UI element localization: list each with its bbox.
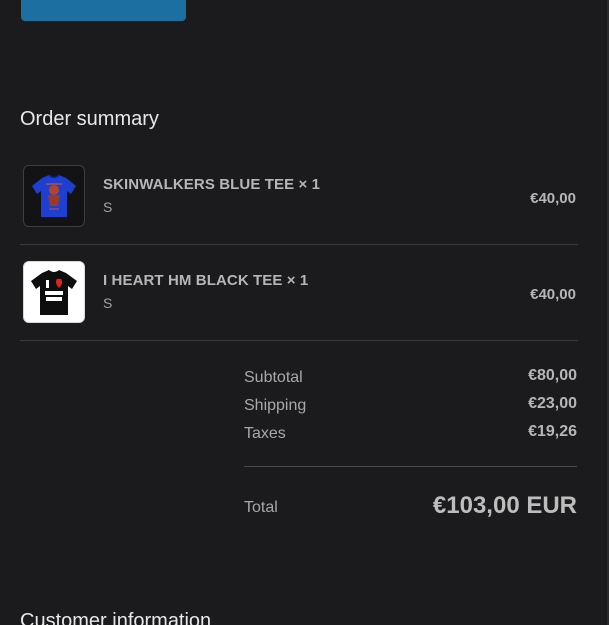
- item-name: SKINWALKERS BLUE TEE × 1: [103, 176, 321, 193]
- item-price: €40,00: [530, 190, 576, 207]
- blue-tshirt-icon: [23, 165, 85, 227]
- taxes-row: Taxes €19,26: [244, 423, 577, 447]
- subtotal-value: €80,00: [528, 367, 577, 384]
- checkout-page: Order summary SKINWALKERS BLUE TEE × 1 S…: [0, 0, 609, 625]
- item-variant: S: [103, 199, 113, 215]
- total-row: Total €103,00 EUR: [244, 492, 577, 526]
- customer-information-title: Customer information: [20, 610, 212, 625]
- shipping-row: Shipping €23,00: [244, 395, 577, 419]
- order-summary-title: Order summary: [20, 108, 159, 130]
- subtotal-label: Subtotal: [244, 369, 303, 386]
- divider: [244, 466, 577, 467]
- total-value: €103,00 EUR: [432, 492, 577, 519]
- shipping-value: €23,00: [528, 395, 577, 412]
- line-item: SKINWALKERS BLUE TEE × 1 S €40,00: [20, 148, 578, 245]
- item-name: I HEART HM BLACK TEE × 1: [103, 272, 309, 289]
- taxes-label: Taxes: [244, 425, 286, 442]
- taxes-value: €19,26: [528, 423, 577, 440]
- black-tshirt-icon: [23, 261, 85, 323]
- item-variant: S: [103, 295, 113, 311]
- item-price: €40,00: [530, 286, 576, 303]
- subtotal-row: Subtotal €80,00: [244, 367, 577, 391]
- total-label: Total: [244, 499, 278, 516]
- shipping-label: Shipping: [244, 397, 307, 414]
- line-item: I HEART HM BLACK TEE × 1 S €40,00: [20, 244, 578, 341]
- continue-button[interactable]: [21, 0, 186, 21]
